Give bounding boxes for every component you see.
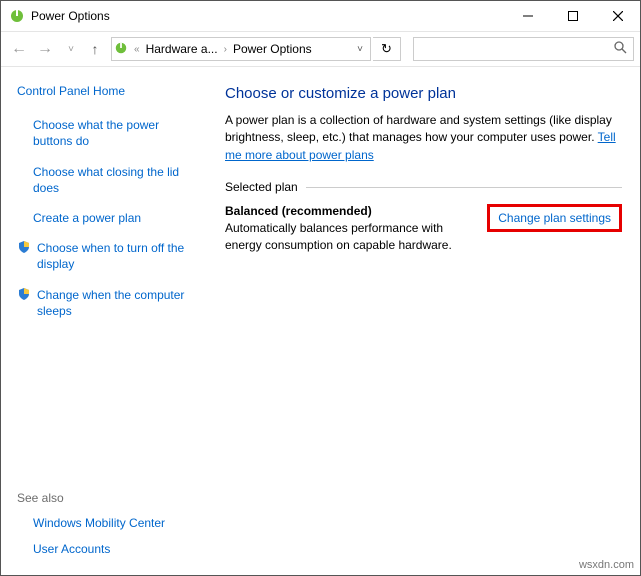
sidebar-item-label: Create a power plan [33,210,141,226]
sidebar-item-closing-lid[interactable]: Choose what closing the lid does [17,164,201,196]
address-bar[interactable]: « Hardware a... › Power Options ˅ [111,37,371,61]
chevron-right-icon: › [224,44,227,55]
titlebar: Power Options [1,1,640,31]
breadcrumb-separator-icon: « [134,44,140,55]
plan-row: Balanced (recommended) Automatically bal… [225,204,622,254]
description-text: A power plan is a collection of hardware… [225,113,612,144]
selected-plan-heading: Selected plan [225,180,622,194]
sidebar-item-create-plan[interactable]: Create a power plan [17,210,201,226]
power-options-icon [9,8,25,24]
sidebar-item-turn-off-display[interactable]: Choose when to turn off the display [17,240,201,272]
page-description: A power plan is a collection of hardware… [225,112,622,164]
navbar: ← → ˅ ↑ « Hardware a... › Power Options … [1,31,640,67]
back-button[interactable]: ← [7,37,31,61]
sidebar-item-computer-sleeps[interactable]: Change when the computer sleeps [17,287,201,319]
watermark: wsxdn.com [579,559,634,571]
content-body: Control Panel Home Choose what the power… [1,67,640,575]
page-heading: Choose or customize a power plan [225,85,622,102]
minimize-button[interactable] [505,1,550,31]
search-icon [614,41,627,57]
maximize-button[interactable] [550,1,595,31]
forward-button[interactable]: → [33,37,57,61]
breadcrumb-power-options[interactable]: Power Options [233,42,312,56]
see-also-user-accounts[interactable]: User Accounts [17,541,201,557]
power-options-icon [114,41,128,58]
sidebar-item-power-buttons[interactable]: Choose what the power buttons do [17,117,201,149]
change-plan-settings-link[interactable]: Change plan settings [498,211,611,225]
shield-icon [17,287,31,304]
recent-locations-dropdown[interactable]: ˅ [59,37,83,61]
see-also-label: Windows Mobility Center [33,515,165,531]
see-also-section: See also Windows Mobility Center User Ac… [17,491,201,565]
refresh-button[interactable]: ↻ [373,37,401,61]
selected-plan-label: Selected plan [225,180,298,194]
breadcrumb-hardware[interactable]: Hardware a... [146,42,218,56]
divider [306,187,622,188]
sidebar-item-label: Choose when to turn off the display [37,240,201,272]
see-also-mobility-center[interactable]: Windows Mobility Center [17,515,201,531]
address-dropdown-icon[interactable]: ˅ [352,44,368,55]
power-options-window: Power Options ← → ˅ ↑ « Hardware a... › … [0,0,641,576]
window-controls [505,1,640,31]
highlight-box: Change plan settings [487,204,622,232]
plan-description: Automatically balances performance with … [225,220,477,254]
sidebar-item-label: Choose what the power buttons do [33,117,201,149]
sidebar-item-label: Choose what closing the lid does [33,164,201,196]
sidebar-item-label: Change when the computer sleeps [37,287,201,319]
window-title: Power Options [31,9,505,23]
main-panel: Choose or customize a power plan A power… [211,67,640,575]
plan-name: Balanced (recommended) [225,204,477,218]
see-also-label: User Accounts [33,541,110,557]
see-also-heading: See also [17,491,201,505]
search-input[interactable] [413,37,634,61]
sidebar: Control Panel Home Choose what the power… [1,67,211,575]
shield-icon [17,240,31,257]
control-panel-home-link[interactable]: Control Panel Home [17,83,201,99]
up-button[interactable]: ↑ [85,39,105,59]
close-button[interactable] [595,1,640,31]
